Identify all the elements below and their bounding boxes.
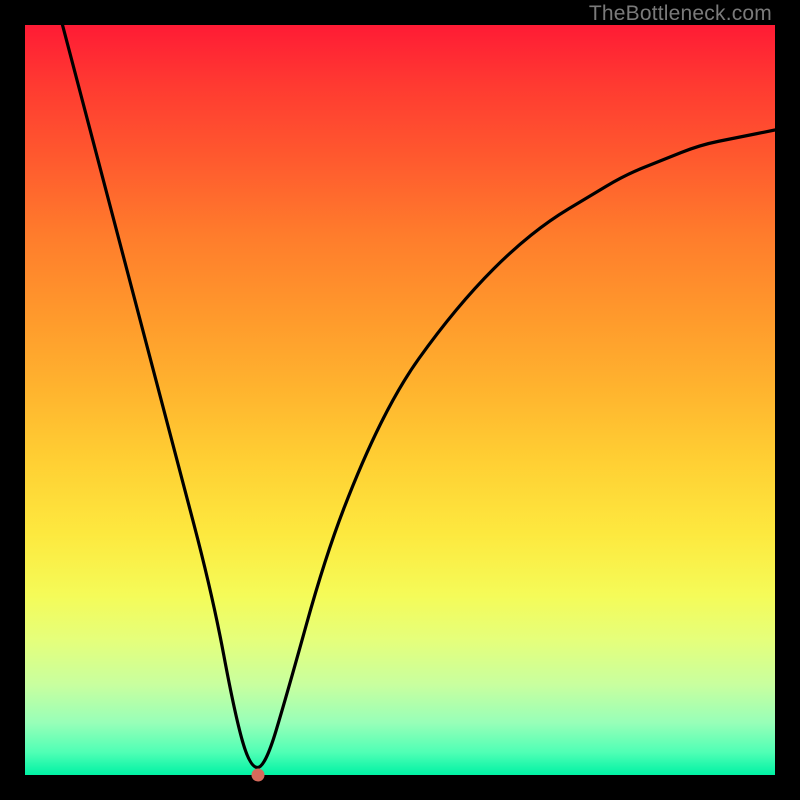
- plot-area: [25, 25, 775, 775]
- minimum-marker-dot: [251, 769, 264, 782]
- attribution-label: TheBottleneck.com: [589, 2, 772, 26]
- bottleneck-curve: [25, 25, 775, 775]
- chart-frame: TheBottleneck.com: [0, 0, 800, 800]
